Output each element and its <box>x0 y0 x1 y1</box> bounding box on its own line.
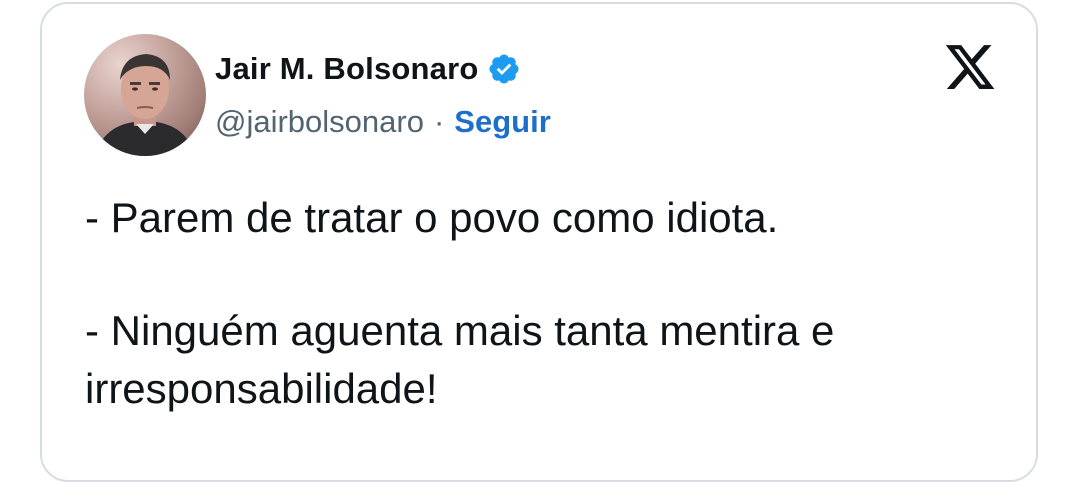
display-name[interactable]: Jair M. Bolsonaro <box>215 51 479 87</box>
handle[interactable]: @jairbolsonaro <box>215 104 424 140</box>
avatar[interactable] <box>84 34 206 156</box>
separator-dot: · <box>433 104 445 139</box>
tweet-line: - Ninguém aguenta mais tanta mentira e <box>85 307 835 354</box>
verified-badge-icon <box>487 52 521 86</box>
tweet-text: - Parem de tratar o povo como idiota. - … <box>85 189 1005 418</box>
author-name-row: Jair M. Bolsonaro <box>215 44 521 94</box>
tweet-line: - Parem de tratar o povo como idiota. <box>85 194 779 241</box>
avatar-image <box>94 54 196 156</box>
follow-button[interactable]: Seguir <box>454 104 550 140</box>
tweet-card[interactable]: Jair M. Bolsonaro @jairbolsonaro · Segui… <box>40 2 1038 482</box>
x-logo-icon[interactable] <box>942 40 998 94</box>
tweet-line: irresponsabilidade! <box>85 365 438 412</box>
handle-row: @jairbolsonaro · Seguir <box>215 100 551 144</box>
